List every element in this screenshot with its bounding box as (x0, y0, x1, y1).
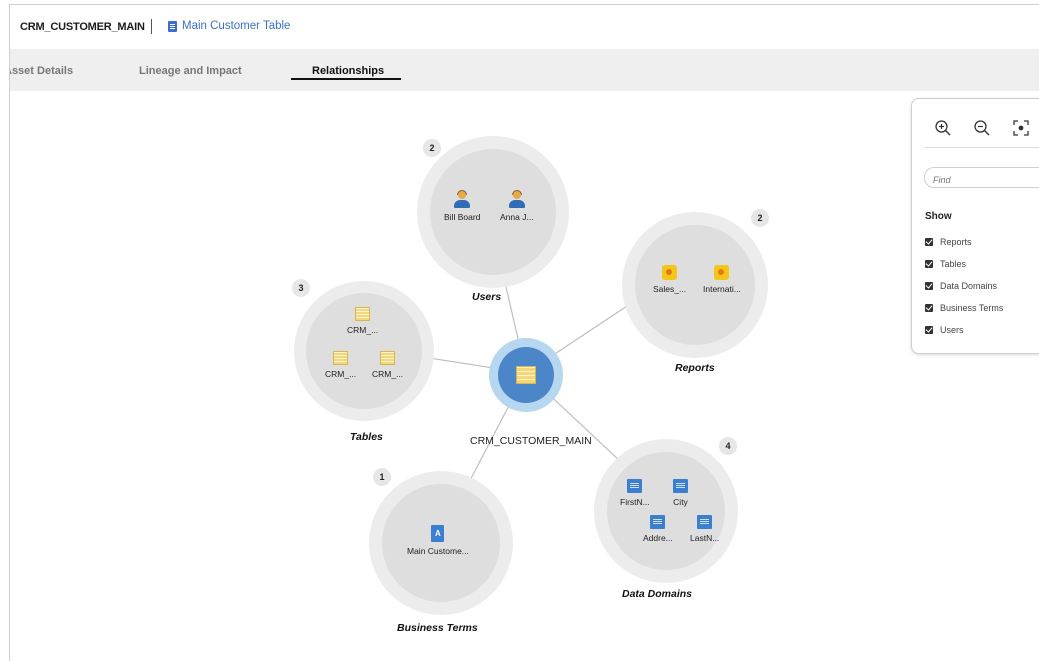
header-separator (151, 19, 152, 34)
fit-view-icon[interactable] (1010, 117, 1032, 139)
data-domain-item[interactable]: LastN... (690, 515, 719, 543)
panel-divider (924, 147, 1039, 148)
center-asset-label: CRM_CUSTOMER_MAIN (470, 435, 592, 447)
user-icon (454, 190, 471, 208)
data-domains-node[interactable]: FirstN... City Addre... LastN... (594, 439, 738, 583)
table-item[interactable]: CRM_... (372, 351, 403, 379)
breadcrumb-link[interactable]: Main Customer Table (168, 20, 290, 32)
table-item[interactable]: CRM_... (325, 351, 356, 379)
data-domain-item[interactable]: Addre... (643, 515, 673, 543)
business-term-item[interactable]: A Main Custome... (407, 525, 469, 556)
users-label: Users (472, 291, 502, 303)
data-domain-icon (697, 515, 713, 529)
user-item[interactable]: Bill Board (444, 190, 480, 222)
table-doc-icon (168, 20, 177, 32)
table-icon (380, 351, 396, 365)
checkbox-checked-icon (925, 238, 933, 246)
business-terms-node[interactable]: A Main Custome... (369, 471, 513, 615)
show-filter-title: Show (925, 211, 952, 222)
reports-label: Reports (675, 362, 715, 374)
center-asset-node[interactable] (489, 338, 563, 412)
data-domains-node-inner (607, 452, 725, 570)
breadcrumb-label: Main Customer Table (182, 20, 291, 32)
checkbox-checked-icon (925, 304, 933, 312)
tables-node[interactable]: CRM_... CRM_... CRM_... (294, 281, 434, 421)
filter-users[interactable]: Users (925, 325, 964, 335)
data-domain-icon (650, 515, 666, 529)
filter-business-terms[interactable]: Business Terms (925, 303, 1003, 313)
table-icon (355, 307, 371, 321)
checkbox-checked-icon (925, 326, 933, 334)
tab-lineage-and-impact[interactable]: Lineage and Impact (139, 65, 242, 77)
business-terms-label: Business Terms (397, 622, 478, 634)
tab-relationships[interactable]: Relationships (312, 65, 384, 77)
asset-title: CRM_CUSTOMER_MAIN (20, 21, 145, 33)
checkbox-checked-icon (925, 260, 933, 268)
table-icon (516, 366, 536, 384)
data-domain-icon (673, 479, 688, 493)
user-icon (508, 190, 525, 208)
data-domain-item[interactable]: City (673, 479, 688, 507)
business-terms-count-badge: 1 (373, 468, 391, 486)
data-domains-count-badge: 4 (719, 437, 737, 455)
report-item[interactable]: Sales_... (653, 265, 686, 294)
tab-asset-details[interactable]: Asset Details (10, 65, 73, 77)
checkbox-checked-icon (925, 282, 933, 290)
filter-tables[interactable]: Tables (925, 259, 966, 269)
reports-count-badge: 2 (751, 209, 769, 227)
data-domains-label: Data Domains (622, 588, 693, 600)
table-icon (333, 351, 349, 365)
find-input[interactable] (924, 167, 1039, 188)
tables-label: Tables (350, 431, 383, 443)
tab-bar: Asset Details Lineage and Impact Relatio… (10, 49, 1039, 91)
filter-data-domains[interactable]: Data Domains (925, 281, 997, 291)
relationships-view: CRM_CUSTOMER_MAIN Main Customer Table As… (9, 4, 1039, 661)
graph-control-panel: Show Reports Tables Data Domains Busines… (911, 98, 1039, 354)
zoom-out-icon[interactable] (971, 117, 993, 139)
report-icon (714, 265, 730, 280)
data-domain-icon (627, 479, 643, 493)
active-tab-indicator (291, 78, 401, 80)
asset-header: CRM_CUSTOMER_MAIN Main Customer Table (10, 5, 1039, 49)
tables-count-badge: 3 (292, 279, 310, 297)
users-node[interactable]: Bill Board Anna J... (417, 136, 569, 288)
data-domain-item[interactable]: FirstN... (620, 479, 650, 507)
zoom-in-icon[interactable] (932, 117, 954, 139)
table-item[interactable]: CRM_... (347, 307, 378, 335)
report-icon (662, 265, 678, 280)
glossary-term-icon: A (431, 525, 445, 542)
user-item[interactable]: Anna J... (500, 190, 534, 222)
relationship-graph[interactable]: Bill Board Anna J... 2 Users Sales_... I… (10, 91, 1039, 661)
report-item[interactable]: Internati... (703, 265, 741, 294)
users-count-badge: 2 (423, 139, 441, 157)
filter-reports[interactable]: Reports (925, 237, 972, 247)
reports-node[interactable]: Sales_... Internati... (622, 212, 768, 358)
